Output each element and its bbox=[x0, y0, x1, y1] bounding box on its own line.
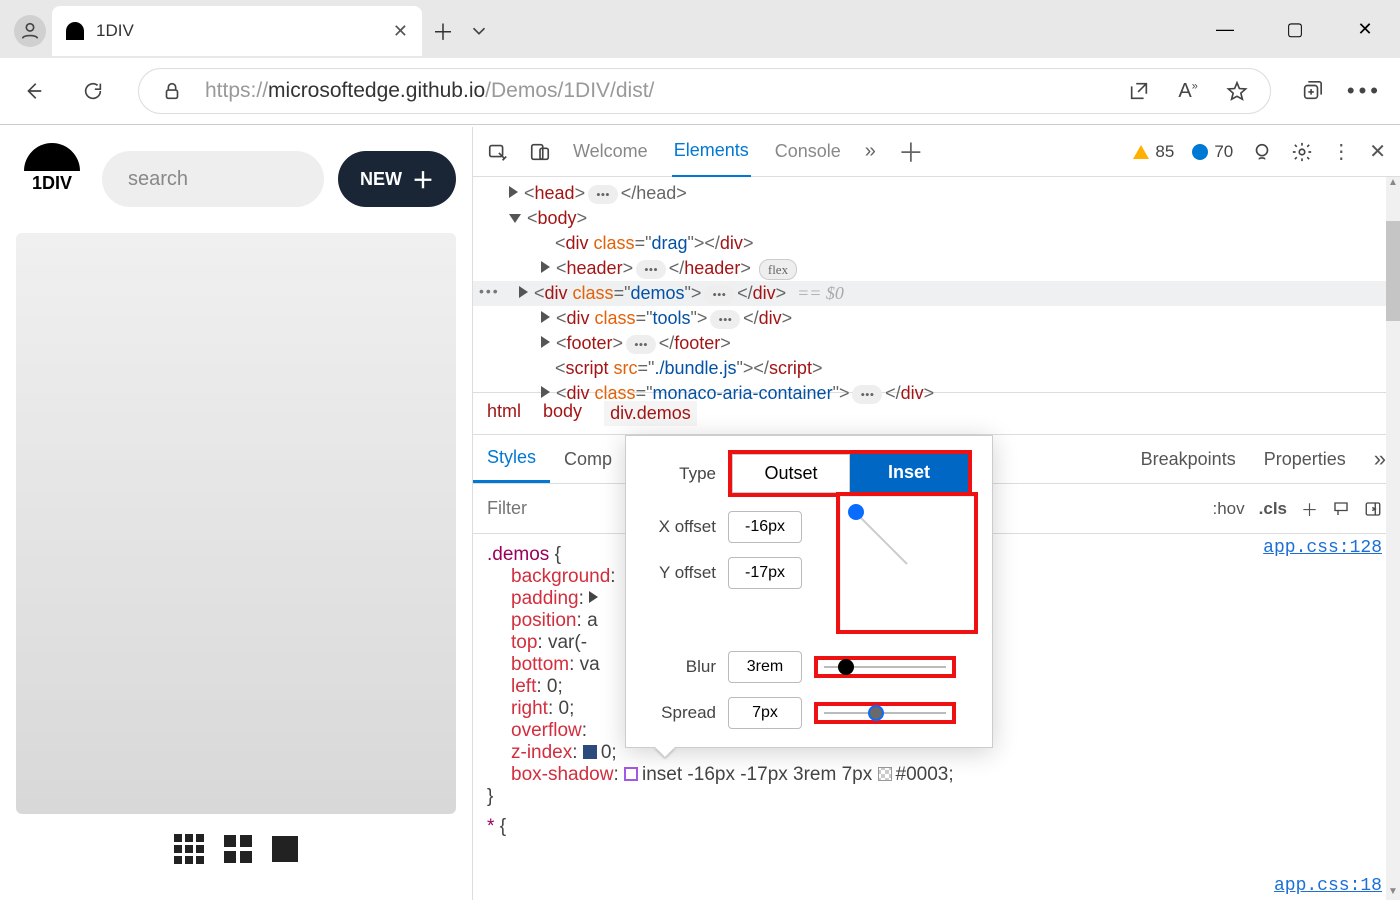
tab-favicon bbox=[66, 22, 84, 40]
back-button[interactable] bbox=[18, 76, 48, 106]
close-window-button[interactable]: ✕ bbox=[1330, 0, 1400, 58]
tab-console[interactable]: Console bbox=[773, 127, 843, 176]
browser-tab[interactable]: 1DIV ✕ bbox=[52, 6, 422, 56]
settings-icon[interactable] bbox=[1291, 141, 1313, 163]
new-button-label: NEW bbox=[360, 169, 402, 190]
warning-icon bbox=[1133, 145, 1149, 159]
shadow-swatch-icon[interactable] bbox=[624, 767, 638, 781]
type-toggle: Outset Inset bbox=[728, 450, 972, 497]
blur-slider[interactable] bbox=[814, 656, 956, 678]
devtools-scrollbar[interactable]: ▲▼ bbox=[1386, 177, 1400, 900]
collections-icon[interactable] bbox=[1301, 80, 1323, 102]
issues-warning[interactable]: 85 bbox=[1133, 142, 1174, 162]
more-menu-button[interactable]: ••• bbox=[1347, 78, 1382, 104]
close-devtools-icon[interactable]: ✕ bbox=[1369, 139, 1386, 164]
device-toggle-icon[interactable] bbox=[529, 141, 551, 163]
issues-info[interactable]: 70 bbox=[1192, 142, 1233, 162]
tab-menu-button[interactable] bbox=[464, 16, 494, 46]
tab-elements[interactable]: Elements bbox=[672, 127, 751, 178]
page-content: 1DIV search NEW ＋ bbox=[0, 127, 472, 900]
styles-tab[interactable]: Styles bbox=[473, 435, 550, 483]
blur-label: Blur bbox=[642, 657, 716, 677]
dom-tree[interactable]: <head>•••</head> <body> <div class="drag… bbox=[473, 177, 1400, 393]
new-tab-button[interactable]: ＋ bbox=[428, 16, 458, 46]
add-tab-icon[interactable]: ＋ bbox=[898, 133, 924, 170]
arrow-left-icon bbox=[22, 80, 44, 102]
inset-button[interactable]: Inset bbox=[850, 454, 968, 493]
new-button[interactable]: NEW ＋ bbox=[338, 151, 456, 207]
lock-icon bbox=[161, 80, 183, 102]
spread-input[interactable]: 7px bbox=[728, 697, 802, 729]
close-tab-icon[interactable]: ✕ bbox=[393, 21, 408, 42]
type-label: Type bbox=[642, 464, 716, 484]
blur-input[interactable]: 3rem bbox=[728, 651, 802, 683]
brush-icon[interactable] bbox=[1332, 500, 1350, 518]
url-text: https://microsoftedge.github.io/Demos/1D… bbox=[205, 79, 654, 103]
panel-toggle-icon[interactable] bbox=[1364, 500, 1382, 518]
search-input[interactable]: search bbox=[102, 151, 324, 207]
search-placeholder: search bbox=[128, 168, 188, 191]
info-icon bbox=[1192, 144, 1208, 160]
text-size-icon[interactable]: A» bbox=[1178, 80, 1197, 103]
source-link-2[interactable]: app.css:18 bbox=[1274, 876, 1382, 896]
more-tabs-icon[interactable]: » bbox=[865, 140, 876, 163]
source-link-1[interactable]: app.css:128 bbox=[1263, 538, 1382, 558]
xy-offset-pad[interactable] bbox=[836, 492, 978, 634]
grid-1x1-icon[interactable] bbox=[272, 836, 298, 862]
grid-3x3-icon[interactable] bbox=[174, 834, 204, 864]
cls-toggle[interactable]: .cls bbox=[1259, 499, 1287, 519]
inspect-icon[interactable] bbox=[487, 141, 509, 163]
reload-icon bbox=[82, 80, 104, 102]
maximize-button[interactable]: ▢ bbox=[1260, 0, 1330, 58]
demos-area bbox=[16, 233, 456, 814]
plus-icon: ＋ bbox=[412, 163, 434, 195]
spread-label: Spread bbox=[642, 703, 716, 723]
kebab-menu-icon[interactable]: ⋮ bbox=[1331, 139, 1351, 164]
page-logo: 1DIV bbox=[16, 143, 88, 215]
yoffset-input[interactable]: -17px bbox=[728, 557, 802, 589]
person-icon bbox=[19, 20, 41, 42]
reload-button[interactable] bbox=[78, 76, 108, 106]
favorite-icon[interactable] bbox=[1226, 80, 1248, 102]
xoffset-input[interactable]: -16px bbox=[728, 511, 802, 543]
logo-text: 1DIV bbox=[32, 173, 72, 194]
xy-handle[interactable] bbox=[848, 504, 864, 520]
address-bar[interactable]: https://microsoftedge.github.io/Demos/1D… bbox=[138, 68, 1271, 114]
hov-toggle[interactable]: :hov bbox=[1213, 499, 1245, 519]
chevron-down-icon bbox=[468, 20, 490, 42]
tab-title: 1DIV bbox=[96, 21, 381, 41]
breakpoints-tab[interactable]: Breakpoints bbox=[1127, 437, 1250, 482]
open-external-icon[interactable] bbox=[1128, 80, 1150, 102]
box-shadow-editor: Type Outset Inset X offset -16px Y offse… bbox=[625, 435, 993, 748]
yoffset-label: Y offset bbox=[642, 563, 716, 583]
minimize-button[interactable]: — bbox=[1190, 0, 1260, 58]
feedback-icon[interactable] bbox=[1251, 141, 1273, 163]
computed-tab[interactable]: Comp bbox=[550, 437, 626, 482]
profile-avatar[interactable] bbox=[14, 15, 46, 47]
new-style-rule-icon[interactable]: ＋ bbox=[1301, 496, 1318, 521]
xoffset-label: X offset bbox=[642, 517, 716, 537]
grid-2x2-icon[interactable] bbox=[224, 835, 252, 863]
spread-slider[interactable] bbox=[814, 702, 956, 724]
outset-button[interactable]: Outset bbox=[732, 454, 850, 493]
tab-welcome[interactable]: Welcome bbox=[571, 127, 650, 176]
properties-tab[interactable]: Properties bbox=[1250, 437, 1360, 482]
